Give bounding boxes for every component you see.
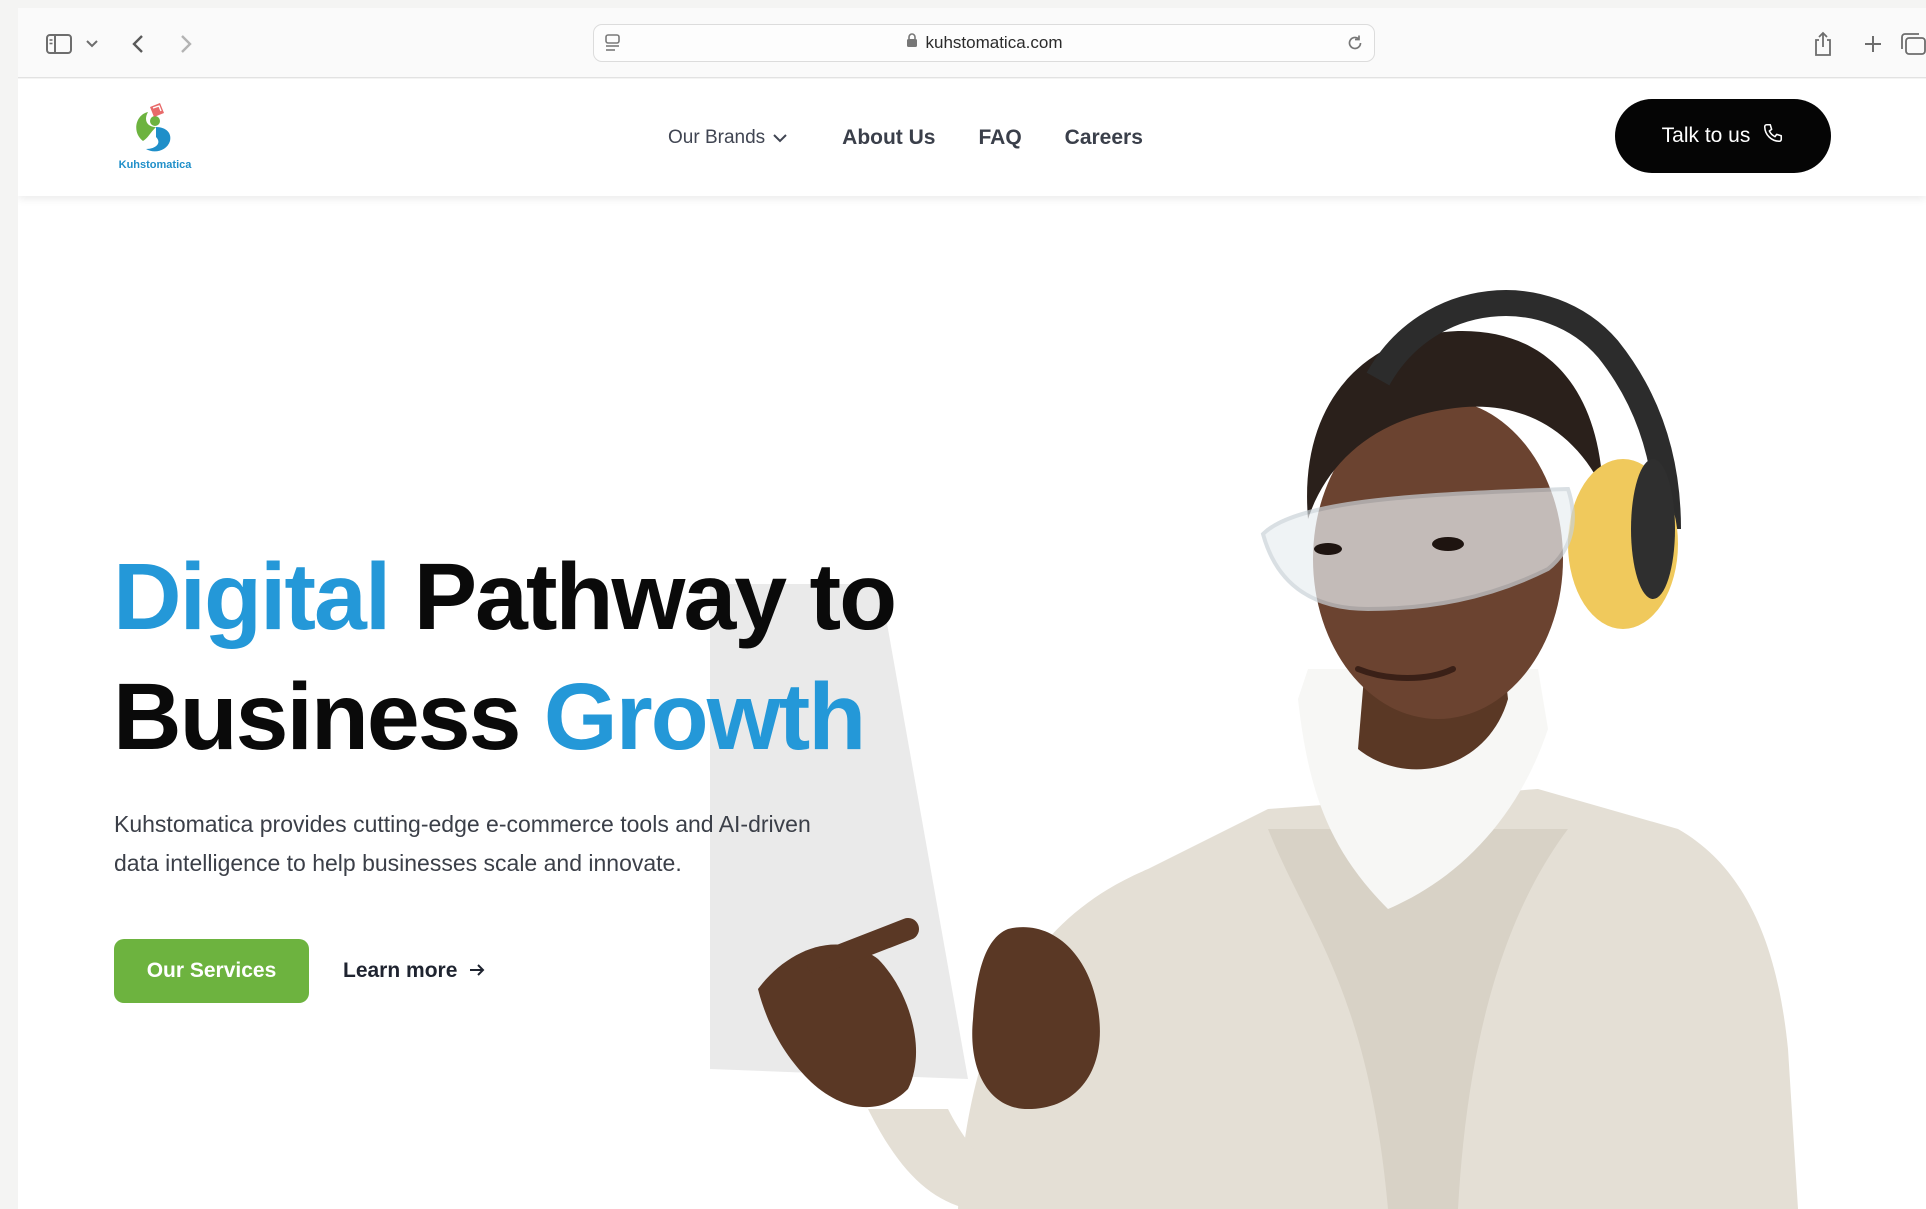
- hero-description-line-2: data intelligence to help businesses sca…: [114, 850, 682, 876]
- arrow-right-icon: [469, 959, 485, 983]
- learn-more-label: Learn more: [343, 959, 458, 982]
- nav-our-brands-label: Our Brands: [668, 126, 766, 148]
- main-nav: Our Brands About Us FAQ Careers: [668, 79, 1186, 196]
- nav-our-brands[interactable]: Our Brands: [668, 127, 787, 149]
- chevron-down-icon: [773, 127, 787, 149]
- logo-mark-icon: [129, 103, 181, 155]
- hero-title-accent-1: Digital: [113, 544, 391, 650]
- nav-faq[interactable]: FAQ: [978, 126, 1021, 150]
- hero-description-line-1: Kuhstomatica provides cutting-edge e-com…: [114, 811, 811, 837]
- nav-about-us[interactable]: About Us: [842, 126, 935, 150]
- hero-title-accent-2: Growth: [543, 664, 866, 770]
- hero-title-line-2: Business Growth: [113, 664, 866, 770]
- back-icon[interactable]: [128, 30, 148, 58]
- share-icon[interactable]: [1811, 30, 1835, 58]
- hero-title: Digital Pathway to Business Growth: [113, 537, 897, 777]
- talk-to-us-button[interactable]: Talk to us: [1615, 99, 1831, 173]
- logo-text: Kuhstomatica: [118, 159, 192, 171]
- url-display: kuhstomatica.com: [594, 25, 1374, 61]
- url-text: kuhstomatica.com: [925, 33, 1063, 52]
- new-tab-icon[interactable]: [1861, 30, 1885, 58]
- site-logo[interactable]: Kuhstomatica: [110, 97, 200, 177]
- sidebar-icon[interactable]: [44, 30, 74, 58]
- hero-title-text-2: Business: [113, 664, 544, 770]
- reload-icon[interactable]: [1346, 34, 1364, 57]
- browser-toolbar: kuhstomatica.com: [18, 8, 1926, 78]
- talk-to-us-label: Talk to us: [1661, 124, 1751, 147]
- our-services-button[interactable]: Our Services: [114, 939, 309, 1003]
- hero-description: Kuhstomatica provides cutting-edge e-com…: [114, 805, 914, 883]
- site-header: Kuhstomatica Our Brands About Us FAQ Car…: [18, 79, 1926, 196]
- chevron-down-icon[interactable]: [84, 30, 100, 58]
- learn-more-link[interactable]: Learn more: [343, 939, 485, 1003]
- tabs-overview-icon[interactable]: [1900, 30, 1926, 58]
- phone-icon: [1762, 122, 1784, 150]
- hero-title-line-1: Digital Pathway to: [113, 544, 897, 650]
- hero-title-text-1: Pathway to: [389, 544, 897, 650]
- nav-careers[interactable]: Careers: [1065, 126, 1143, 150]
- forward-icon[interactable]: [176, 30, 196, 58]
- lock-icon: [906, 33, 918, 53]
- web-page: Kuhstomatica Our Brands About Us FAQ Car…: [18, 79, 1926, 1209]
- address-bar[interactable]: kuhstomatica.com: [593, 24, 1375, 62]
